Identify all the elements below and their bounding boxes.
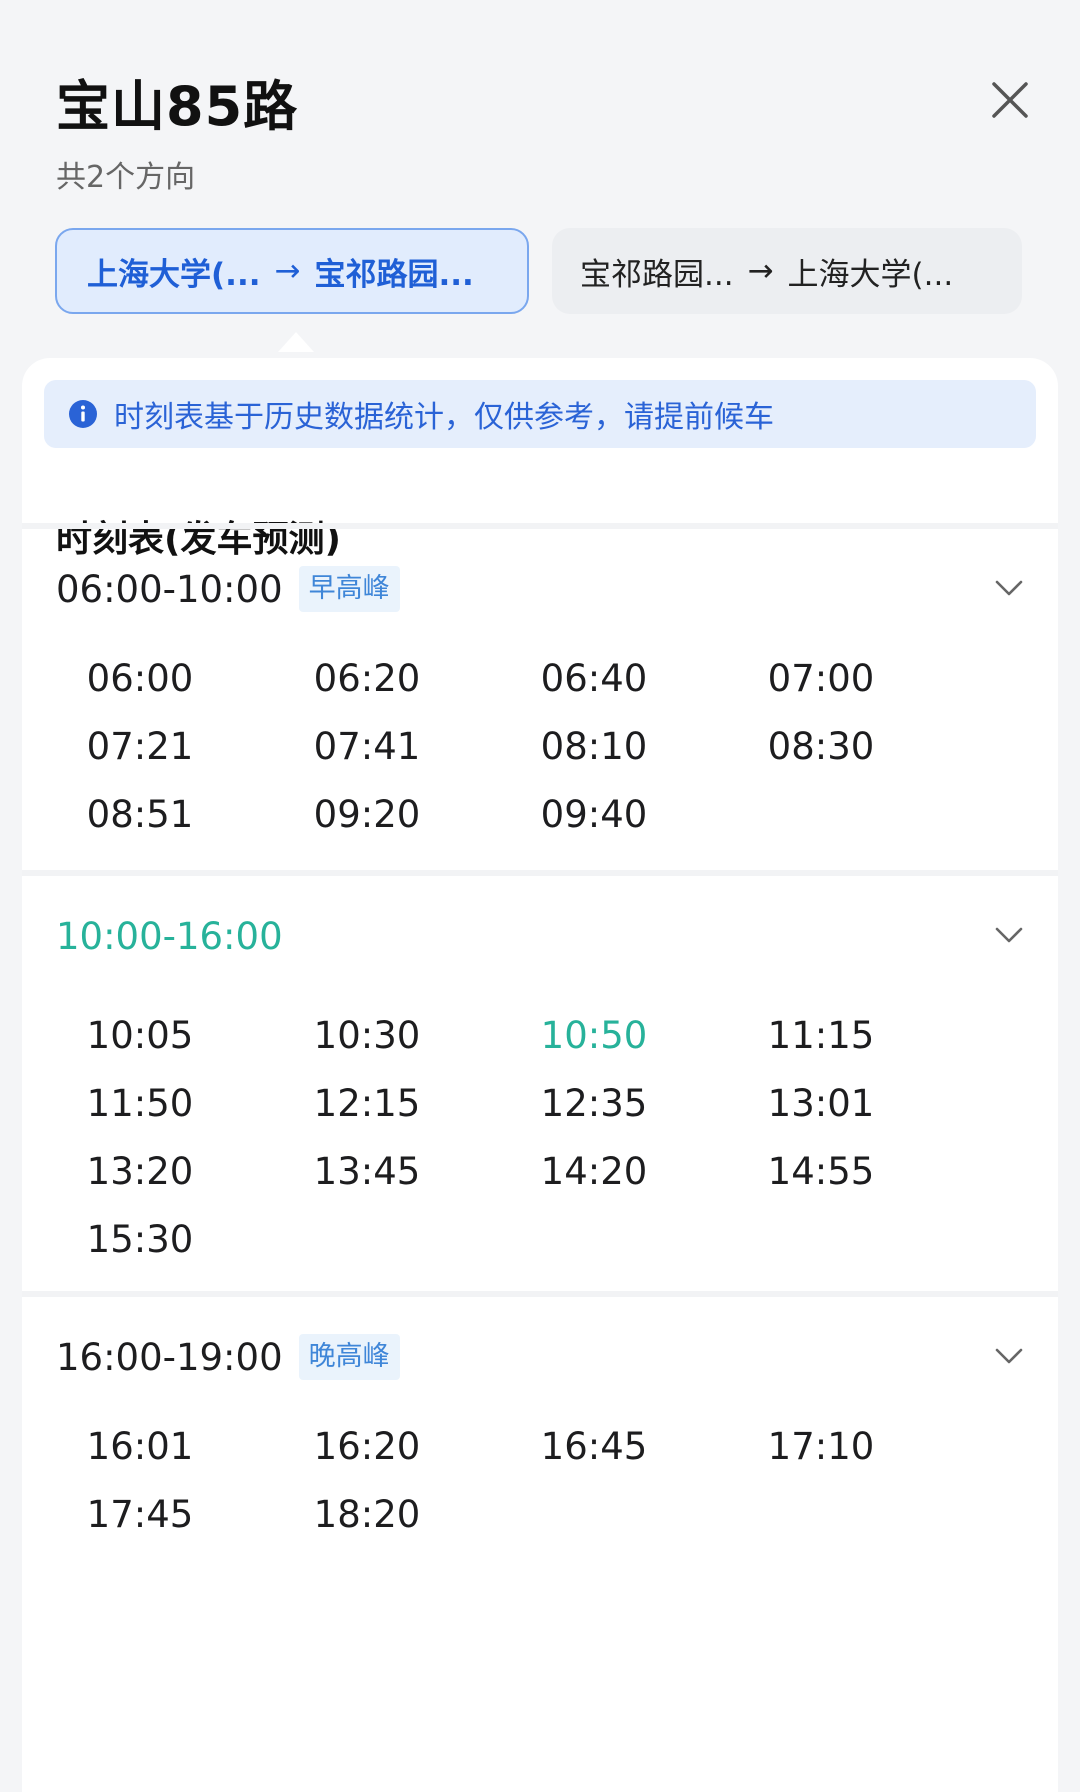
departure-time: 10:30 (313, 1014, 421, 1057)
close-icon[interactable] (986, 76, 1034, 124)
departure-time: 06:00 (86, 657, 194, 700)
direction-to: 上海大学(... (787, 256, 954, 293)
departure-time: 11:15 (767, 1014, 875, 1057)
departure-time: 06:20 (313, 657, 421, 700)
direction-from: 宝祁路园... (580, 256, 734, 293)
departure-time: 12:35 (540, 1082, 648, 1125)
active-tab-pointer (278, 332, 314, 352)
departure-time: 07:21 (86, 725, 194, 768)
departure-time: 13:45 (313, 1150, 421, 1193)
departure-time: 07:41 (313, 725, 421, 768)
section-time-range: 06:00-10:00 (56, 567, 283, 611)
direction-from: 上海大学(... (87, 256, 261, 293)
departure-time: 11:50 (86, 1082, 194, 1125)
departure-time: 08:10 (540, 725, 648, 768)
section-header[interactable]: 16:00-19:00 晚高峰 (56, 1327, 400, 1387)
schedule-card: 时刻表基于历史数据统计，仅供参考，请提前候车 时刻表(发车预测) 06:00-1… (22, 358, 1058, 1792)
arrow-icon: → (274, 253, 301, 289)
direction-to: 宝祁路园... (314, 256, 474, 293)
chevron-down-icon[interactable] (990, 569, 1028, 607)
departure-time: 17:10 (767, 1425, 875, 1468)
time-section: 16:00-19:00 晚高峰 16:01 16:20 16:45 17:10 17:45 1… (22, 1291, 1058, 1792)
departure-time: 14:55 (767, 1150, 875, 1193)
departure-time: 13:20 (86, 1150, 194, 1193)
departure-time: 16:45 (540, 1425, 648, 1468)
peak-tag: 晚高峰 (298, 1334, 400, 1380)
page-title: 宝山85路 (56, 75, 299, 138)
direction-count: 共2个方向 (56, 160, 196, 195)
departure-time: 14:20 (540, 1150, 648, 1193)
section-header[interactable]: 10:00-16:00 (56, 906, 283, 966)
departure-time: 07:00 (767, 657, 875, 700)
time-section: 10:00-16:00 10:05 10:30 10:50 11:15 11:50 12:1… (22, 870, 1058, 1297)
departure-time: 08:30 (767, 725, 875, 768)
departure-time: 10:05 (86, 1014, 194, 1057)
notice-text: 时刻表基于历史数据统计，仅供参考，请提前候车 (114, 400, 774, 435)
departure-time: 16:20 (313, 1425, 421, 1468)
section-time-range: 10:00-16:00 (56, 914, 283, 958)
arrow-icon: → (747, 253, 774, 289)
departure-time: 10:50 (540, 1014, 648, 1057)
peak-tag: 早高峰 (298, 566, 400, 612)
direction-tab-1[interactable]: 宝祁路园... → 上海大学(... (552, 228, 1022, 314)
departure-time: 15:30 (86, 1218, 194, 1261)
departure-time: 13:01 (767, 1082, 875, 1125)
departure-time: 08:51 (86, 793, 194, 836)
info-icon (68, 399, 98, 429)
section-time-range: 16:00-19:00 (56, 1335, 283, 1379)
departure-time: 12:15 (313, 1082, 421, 1125)
notice-banner: 时刻表基于历史数据统计，仅供参考，请提前候车 (44, 380, 1036, 448)
departure-time: 06:40 (540, 657, 648, 700)
departure-time: 17:45 (86, 1493, 194, 1536)
header: 宝山85路 共2个方向 上海大学(... → 宝祁路园... 宝祁路园... →… (0, 0, 1080, 352)
direction-tab-0[interactable]: 上海大学(... → 宝祁路园... (55, 228, 529, 314)
chevron-down-icon[interactable] (990, 916, 1028, 954)
section-header[interactable]: 06:00-10:00 早高峰 (56, 559, 400, 619)
departure-time: 18:20 (313, 1493, 421, 1536)
chevron-down-icon[interactable] (990, 1337, 1028, 1375)
departure-time: 09:40 (540, 793, 648, 836)
departure-time: 09:20 (313, 793, 421, 836)
departure-time: 16:01 (86, 1425, 194, 1468)
time-section: 06:00-10:00 早高峰 06:00 06:20 06:40 07:00 07:21 0… (22, 523, 1058, 876)
